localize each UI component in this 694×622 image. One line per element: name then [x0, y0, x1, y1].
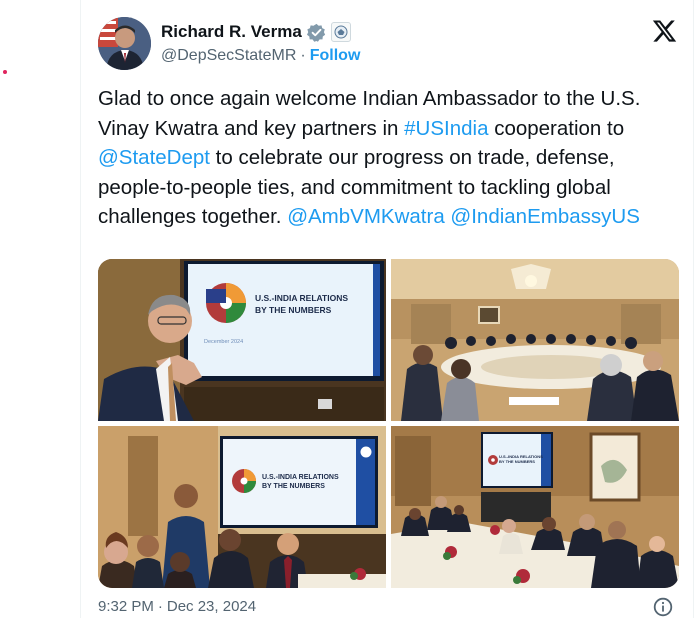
photo-3[interactable]: U.S.-INDIA RELATIONS BY THE NUMBERS: [98, 426, 386, 588]
tweet-date: Dec 23, 2024: [166, 598, 257, 615]
red-dot-marker: [3, 70, 7, 74]
screen3-title-2: BY THE NUMBERS: [262, 483, 325, 490]
mention-link-statedept[interactable]: @StateDept: [98, 146, 210, 169]
author-handle[interactable]: @DepSecStateMR: [161, 47, 296, 65]
photo-1[interactable]: U.S.-INDIA RELATIONS BY THE NUMBERS Dece…: [98, 259, 386, 421]
verified-badge-icon: [306, 23, 326, 42]
mention-link-ambvmkwatra[interactable]: @AmbVMKwatra: [287, 205, 445, 228]
photo-grid: U.S.-INDIA RELATIONS BY THE NUMBERS Dece…: [98, 259, 679, 588]
screen1-title-2: BY THE NUMBERS: [255, 305, 332, 315]
screen4-title-2: BY THE NUMBERS: [499, 459, 535, 464]
x-logo-icon[interactable]: [651, 18, 678, 44]
timestamp-separator: ·: [157, 598, 163, 615]
hashtag-link[interactable]: #USIndia: [404, 117, 488, 140]
screen1-title-1: U.S.-INDIA RELATIONS: [255, 293, 348, 303]
author-name[interactable]: Richard R. Verma: [161, 22, 302, 42]
photo-4[interactable]: U.S.-INDIA RELATIONS BY THE NUMBERS: [391, 426, 679, 588]
separator-dot: ·: [300, 47, 306, 64]
tweet-time: 9:32 PM: [98, 598, 154, 615]
handle-row: @DepSecStateMR · Follow: [161, 47, 360, 65]
screen3-title-1: U.S.-INDIA RELATIONS: [262, 474, 339, 481]
avatar[interactable]: [98, 17, 151, 70]
info-icon[interactable]: [653, 597, 673, 617]
tweet-text-part-2: cooperation to: [488, 116, 625, 140]
follow-button[interactable]: Follow: [310, 47, 361, 65]
screen1-date: December 2024: [204, 339, 243, 345]
author-name-row: Richard R. Verma: [161, 22, 351, 42]
tweet-timestamp[interactable]: 9:32 PM · Dec 23, 2024: [98, 598, 256, 615]
photo-2[interactable]: [391, 259, 679, 421]
tweet-text: Glad to once again welcome Indian Ambass…: [98, 84, 683, 232]
government-badge-icon: [330, 22, 351, 42]
tweet-card: Richard R. Verma @DepSecStateMR · Follow…: [80, 0, 694, 618]
mention-link-indianembassyus[interactable]: @IndianEmbassyUS: [450, 205, 639, 228]
